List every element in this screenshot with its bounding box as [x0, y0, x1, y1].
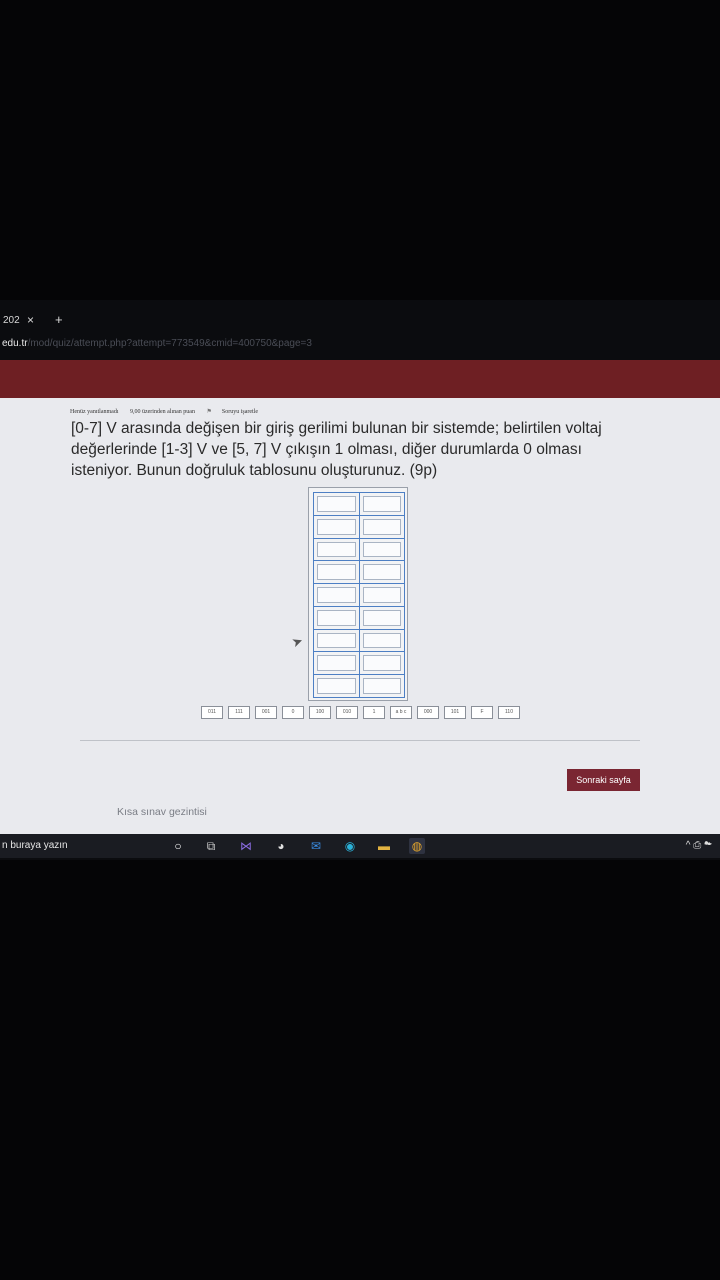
address-bar[interactable]: edu.tr/mod/quiz/attempt.php?attempt=7735… — [0, 338, 720, 360]
flag-question-link[interactable]: ⚑ Soruyu işaretle — [206, 409, 268, 415]
question-info: Henüz yanıtlanmadı 9,00 üzerinden alınan… — [70, 408, 278, 415]
url-path: /mod/quiz/attempt.php?attempt=773549&cmi… — [27, 338, 312, 349]
next-page-button[interactable]: Sonraki sayfa — [567, 769, 640, 791]
drop-zone[interactable] — [358, 651, 405, 676]
site-header — [0, 360, 720, 398]
drag-item[interactable]: 010 — [336, 706, 358, 719]
question-points: 9,00 üzerinden alınan puan — [129, 409, 195, 415]
drag-item[interactable]: 001 — [255, 706, 277, 719]
drop-zone[interactable] — [313, 514, 360, 539]
drop-zone[interactable] — [358, 628, 405, 653]
app-icon[interactable]: ◕ — [273, 838, 289, 854]
drag-item[interactable]: F — [471, 706, 493, 719]
drop-zone[interactable] — [358, 674, 405, 698]
drop-zone[interactable] — [313, 605, 360, 630]
drop-zone[interactable] — [358, 605, 405, 630]
quiz-navigation-link[interactable]: Kısa sınav gezintisi — [117, 806, 207, 818]
visual-studio-icon[interactable]: ⋈ — [238, 838, 254, 854]
taskbar-search-input[interactable]: n buraya yazın — [2, 840, 68, 851]
question-text: [0-7] V arasında değişen bir giriş geril… — [71, 420, 602, 479]
drag-item[interactable]: 101 — [444, 706, 466, 719]
cortana-icon[interactable]: ○ — [170, 838, 186, 854]
drag-item[interactable]: 000 — [417, 706, 439, 719]
new-tab-icon[interactable]: + — [55, 312, 63, 327]
drag-item[interactable]: 1 — [363, 706, 385, 719]
drop-zone[interactable] — [313, 492, 360, 516]
drag-item[interactable]: a b c — [390, 706, 412, 719]
drop-zone[interactable] — [358, 560, 405, 585]
drag-item[interactable]: 100 — [309, 706, 331, 719]
edge-icon[interactable]: ◉ — [342, 838, 358, 854]
drag-options: 011 111 001 0 100 010 1 a b c 000 101 F … — [201, 706, 520, 719]
drag-item[interactable]: 111 — [228, 706, 250, 719]
windows-taskbar: n buraya yazın ○ ⧉ ⋈ ◕ ✉ ◉ ▬ ◍ ^ ⎙ ☁ — [0, 834, 720, 858]
question-status: Henüz yanıtlanmadı — [70, 409, 119, 415]
mail-icon[interactable]: ✉ — [308, 838, 324, 854]
quiz-page: Henüz yanıtlanmadı 9,00 üzerinden alınan… — [0, 398, 720, 834]
task-view-icon[interactable]: ⧉ — [203, 838, 219, 854]
chrome-icon[interactable]: ◍ — [409, 838, 425, 854]
flag-question-label: Soruyu işaretle — [221, 409, 259, 415]
drag-item[interactable]: 011 — [201, 706, 223, 719]
drop-zone[interactable] — [313, 583, 360, 607]
url-host: edu.tr — [2, 338, 28, 349]
drop-zone[interactable] — [313, 674, 360, 698]
close-tab-icon[interactable]: × — [27, 313, 34, 327]
browser-tab[interactable]: 202 — [3, 315, 20, 326]
drag-item[interactable]: 0 — [282, 706, 304, 719]
drop-zone[interactable] — [313, 560, 360, 585]
drop-zone[interactable] — [313, 628, 360, 653]
drag-item[interactable]: 110 — [498, 706, 520, 719]
drop-zone[interactable] — [313, 651, 360, 676]
system-tray[interactable]: ^ ⎙ ☁ — [686, 840, 712, 851]
truth-table — [313, 492, 405, 698]
truth-table-frame — [308, 487, 408, 701]
drop-zone[interactable] — [358, 514, 405, 539]
drop-zone[interactable] — [358, 492, 405, 516]
browser-tab-bar: 202 × + — [0, 305, 720, 337]
mouse-cursor-icon: ➤ — [289, 632, 305, 651]
drop-zone[interactable] — [358, 537, 405, 562]
drop-zone[interactable] — [358, 583, 405, 607]
file-explorer-icon[interactable]: ▬ — [376, 838, 392, 854]
divider — [80, 740, 640, 741]
drop-zone[interactable] — [313, 537, 360, 562]
flag-icon: ⚑ — [206, 409, 212, 415]
